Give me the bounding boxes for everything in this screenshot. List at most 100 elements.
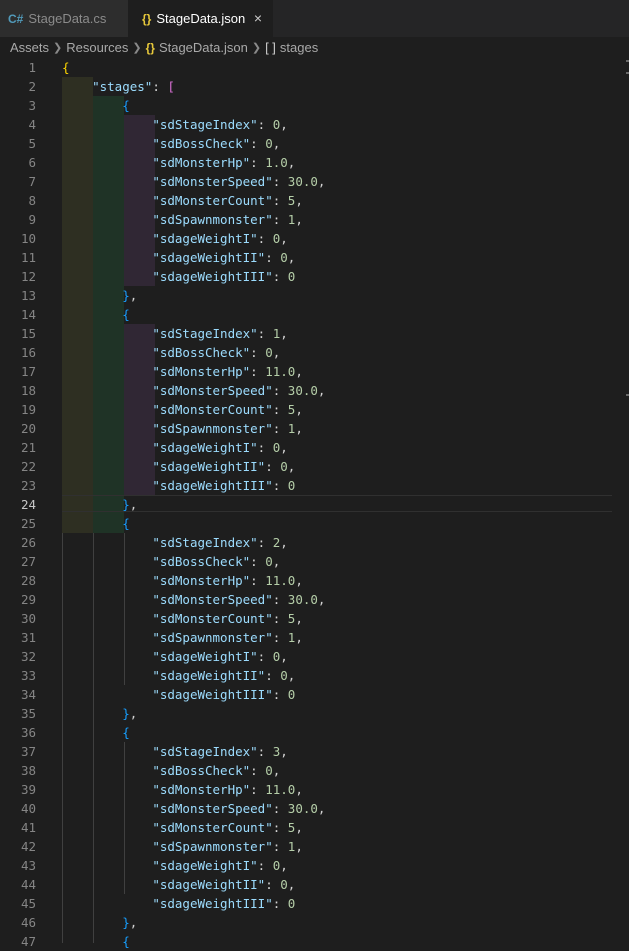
line-number: 41 — [20, 820, 36, 835]
code-line[interactable]: 4 "sdStageIndex": 0, — [0, 115, 629, 134]
breadcrumb-resources[interactable]: Resources — [66, 40, 128, 55]
code-line[interactable]: 33 "sdageWeightII": 0, — [0, 666, 629, 685]
code-line[interactable]: 8 "sdMonsterCount": 5, — [0, 191, 629, 210]
json-key: "sdMonsterSpeed" — [152, 801, 273, 816]
code-line[interactable]: 27 "sdBossCheck": 0, — [0, 552, 629, 571]
json-punctuation — [62, 98, 122, 113]
json-number: 1.0 — [265, 155, 288, 170]
tab-bar: C# StageData.cs {} StageData.json × — [0, 0, 629, 37]
code-line[interactable]: 44 "sdageWeightII": 0, — [0, 875, 629, 894]
code-line[interactable]: 10 "sdageWeightI": 0, — [0, 229, 629, 248]
json-punctuation: : — [250, 763, 266, 778]
code-line[interactable]: 41 "sdMonsterCount": 5, — [0, 818, 629, 837]
json-key: "sdSpawnmonster" — [152, 839, 273, 854]
code-line[interactable]: 47 { — [0, 932, 629, 951]
json-punctuation — [62, 364, 152, 379]
json-number: 0 — [280, 668, 288, 683]
code-text: "sdMonsterHp": 11.0, — [62, 780, 303, 799]
code-line[interactable]: 3 { — [0, 96, 629, 115]
json-key: "sdStageIndex" — [152, 744, 258, 759]
line-number: 18 — [20, 383, 36, 398]
code-text: "sdMonsterCount": 5, — [62, 609, 303, 628]
code-line[interactable]: 1{ — [0, 58, 629, 77]
json-punctuation — [62, 592, 152, 607]
code-editor[interactable]: 1{2 "stages": [3 {4 "sdStageIndex": 0, 5 … — [0, 58, 629, 949]
code-line[interactable]: 42 "sdSpawnmonster": 1, — [0, 837, 629, 856]
code-line[interactable]: 21 "sdageWeightI": 0, — [0, 438, 629, 457]
code-line[interactable]: 17 "sdMonsterHp": 11.0, — [0, 362, 629, 381]
code-line[interactable]: 43 "sdageWeightI": 0, — [0, 856, 629, 875]
line-number: 31 — [20, 630, 36, 645]
code-line[interactable]: 14 { — [0, 305, 629, 324]
code-line[interactable]: 25 { — [0, 514, 629, 533]
json-punctuation: , — [280, 231, 288, 246]
code-line[interactable]: 40 "sdMonsterSpeed": 30.0, — [0, 799, 629, 818]
line-number: 14 — [20, 307, 36, 322]
json-punctuation — [62, 744, 152, 759]
code-line[interactable]: 15 "sdStageIndex": 1, — [0, 324, 629, 343]
json-key: "sdMonsterSpeed" — [152, 383, 273, 398]
json-key: "sdMonsterCount" — [152, 611, 273, 626]
line-number: 40 — [20, 801, 36, 816]
code-line[interactable]: 9 "sdSpawnmonster": 1, — [0, 210, 629, 229]
code-text: "sdStageIndex": 1, — [62, 324, 287, 343]
code-line[interactable]: 19 "sdMonsterCount": 5, — [0, 400, 629, 419]
code-line[interactable]: 38 "sdBossCheck": 0, — [0, 761, 629, 780]
code-text: { — [62, 932, 130, 951]
code-line[interactable]: 16 "sdBossCheck": 0, — [0, 343, 629, 362]
json-punctuation — [62, 820, 152, 835]
code-line[interactable]: 22 "sdageWeightII": 0, — [0, 457, 629, 476]
code-line[interactable]: 46 }, — [0, 913, 629, 932]
code-text: "sdSpawnmonster": 1, — [62, 628, 303, 647]
code-line[interactable]: 28 "sdMonsterHp": 11.0, — [0, 571, 629, 590]
chevron-right-icon: ❯ — [53, 41, 63, 54]
code-line[interactable]: 31 "sdSpawnmonster": 1, — [0, 628, 629, 647]
json-file-icon: {} — [142, 11, 152, 26]
code-line[interactable]: 34 "sdageWeightIII": 0 — [0, 685, 629, 704]
code-line[interactable]: 39 "sdMonsterHp": 11.0, — [0, 780, 629, 799]
json-bracket: [ — [167, 79, 175, 94]
chevron-right-icon: ❯ — [132, 41, 142, 54]
code-line[interactable]: 20 "sdSpawnmonster": 1, — [0, 419, 629, 438]
tab-stagedata-json[interactable]: {} StageData.json × — [128, 0, 273, 37]
json-punctuation: : — [265, 459, 281, 474]
json-punctuation: , — [317, 801, 326, 816]
json-punctuation — [62, 250, 152, 265]
code-line[interactable]: 35 }, — [0, 704, 629, 723]
breadcrumb-stages[interactable]: [ ] stages — [265, 40, 318, 55]
breadcrumb-assets[interactable]: Assets — [10, 40, 49, 55]
code-line[interactable]: 29 "sdMonsterSpeed": 30.0, — [0, 590, 629, 609]
code-line[interactable]: 6 "sdMonsterHp": 1.0, — [0, 153, 629, 172]
chevron-right-icon: ❯ — [251, 41, 262, 54]
code-line[interactable]: 11 "sdageWeightII": 0, — [0, 248, 629, 267]
json-key: "sdageWeightI" — [152, 440, 258, 455]
json-punctuation: : — [265, 250, 281, 265]
code-line[interactable]: 26 "sdStageIndex": 2, — [0, 533, 629, 552]
code-line[interactable]: 7 "sdMonsterSpeed": 30.0, — [0, 172, 629, 191]
code-line[interactable]: 24 }, — [0, 495, 629, 514]
code-line[interactable]: 36 { — [0, 723, 629, 742]
json-file-icon: {} — [145, 40, 155, 55]
close-icon[interactable]: × — [251, 11, 265, 25]
json-punctuation: : — [250, 155, 266, 170]
json-key: "sdMonsterCount" — [152, 820, 273, 835]
code-line[interactable]: 5 "sdBossCheck": 0, — [0, 134, 629, 153]
code-line[interactable]: 2 "stages": [ — [0, 77, 629, 96]
code-line[interactable]: 45 "sdageWeightIII": 0 — [0, 894, 629, 913]
code-line[interactable]: 37 "sdStageIndex": 3, — [0, 742, 629, 761]
code-text: "sdMonsterCount": 5, — [62, 191, 303, 210]
json-punctuation: , — [287, 250, 296, 265]
code-line[interactable]: 32 "sdageWeightI": 0, — [0, 647, 629, 666]
code-line[interactable]: 18 "sdMonsterSpeed": 30.0, — [0, 381, 629, 400]
json-punctuation — [62, 706, 122, 721]
code-line[interactable]: 23 "sdageWeightIII": 0 — [0, 476, 629, 495]
code-line[interactable]: 12 "sdageWeightIII": 0 — [0, 267, 629, 286]
code-line[interactable]: 30 "sdMonsterCount": 5, — [0, 609, 629, 628]
json-bracket: { — [62, 60, 70, 75]
code-text: }, — [62, 286, 137, 305]
breadcrumb-file[interactable]: {} StageData.json — [146, 40, 248, 55]
json-punctuation: , — [295, 402, 303, 417]
code-line[interactable]: 13 }, — [0, 286, 629, 305]
json-punctuation: , — [129, 915, 138, 930]
tab-stagedata-cs[interactable]: C# StageData.cs — [0, 0, 128, 37]
